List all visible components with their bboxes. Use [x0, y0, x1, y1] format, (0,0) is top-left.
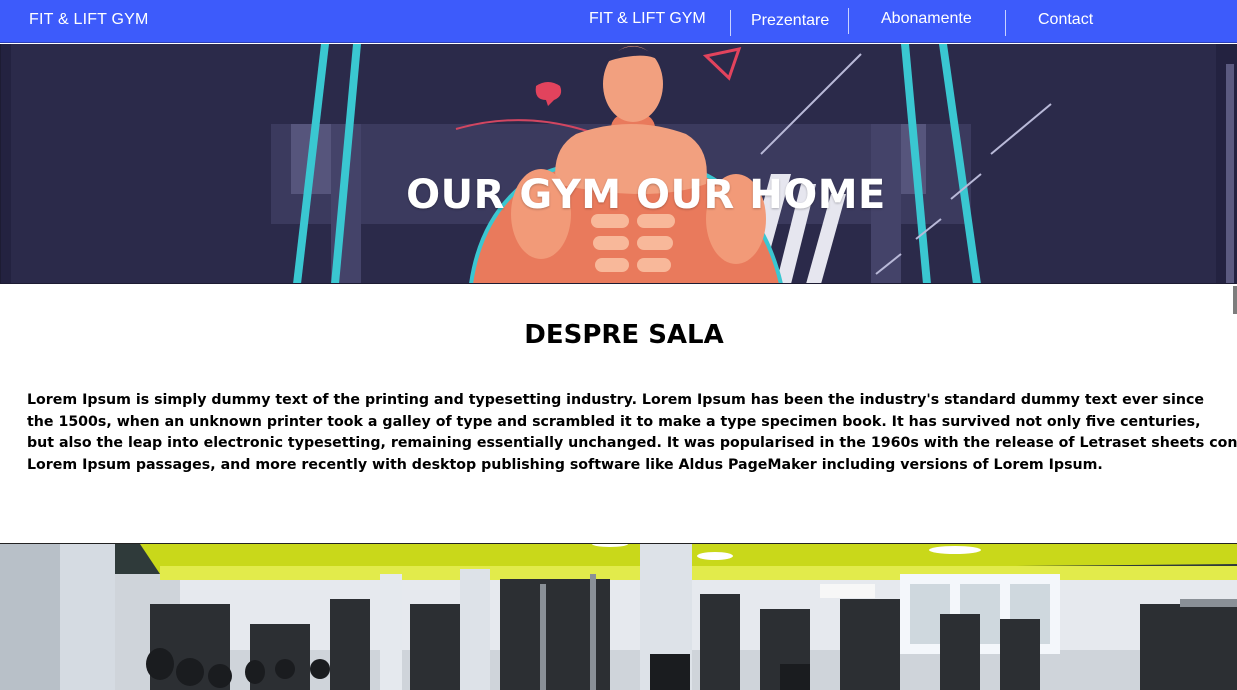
- gym-interior-image: [0, 544, 1237, 690]
- gym-interior-photo: [0, 543, 1237, 690]
- nav-item-home[interactable]: FIT & LIFT GYM: [589, 10, 706, 28]
- about-section-text: Lorem Ipsum is simply dummy text of the …: [27, 390, 1237, 476]
- top-navbar: FIT & LIFT GYM FIT & LIFT GYM Prezentare…: [0, 0, 1237, 43]
- nav-separator: [1005, 10, 1006, 36]
- nav-separator: [730, 10, 731, 36]
- nav-separator: [848, 8, 849, 34]
- nav-item-prezentare[interactable]: Prezentare: [751, 12, 829, 30]
- about-text-line: Lorem Ipsum passages, and more recently …: [27, 456, 1103, 473]
- hero-banner: OUR GYM OUR HOME: [0, 44, 1237, 284]
- hero-illustration: [1, 44, 1237, 283]
- nav-item-abonamente[interactable]: Abonamente: [881, 10, 972, 28]
- hero-title: OUR GYM OUR HOME: [406, 171, 886, 218]
- about-text-line: the 1500s, when an unknown printer took …: [27, 413, 1201, 430]
- brand-logo-link[interactable]: FIT & LIFT GYM: [29, 11, 149, 29]
- about-text-line: but also the leap into electronic typese…: [27, 435, 1237, 451]
- about-text-line: Lorem Ipsum is simply dummy text of the …: [27, 392, 1204, 408]
- about-section-title: DESPRE SALA: [524, 320, 724, 350]
- nav-item-contact[interactable]: Contact: [1038, 11, 1093, 29]
- page-scrollbar[interactable]: [1233, 286, 1237, 314]
